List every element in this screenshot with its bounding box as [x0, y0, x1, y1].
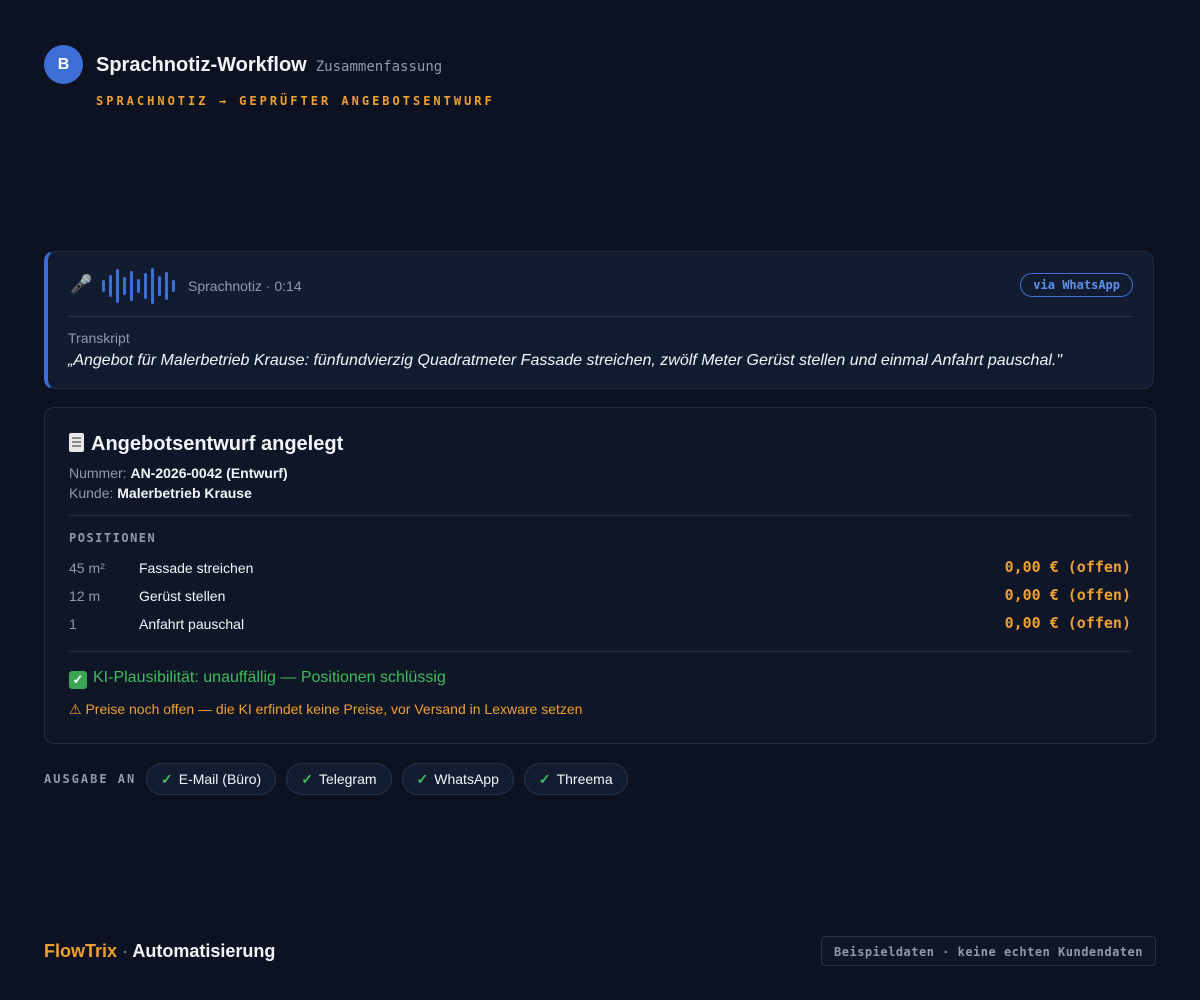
- channel-chip-whatsapp[interactable]: ✓ WhatsApp: [401, 763, 514, 795]
- brand-name: FlowTrix: [44, 941, 118, 961]
- page-subtitle: Zusammenfassung: [315, 59, 443, 75]
- position-price: 0,00 € (offen): [1004, 614, 1131, 632]
- plausibility-text: KI-Plausibilität: unauffällig — Position…: [93, 669, 446, 686]
- document-icon: [69, 433, 84, 452]
- workflow-tagline: SPRACHNOTIZ → GEPRÜFTER ANGEBOTSENTWURF: [96, 94, 495, 108]
- channel-chip-telegram[interactable]: ✓ Telegram: [286, 763, 392, 795]
- channel-chip-threema[interactable]: ✓ Threema: [523, 763, 628, 795]
- position-row: 1 Anfahrt pauschal 0,00 € (offen): [69, 614, 1131, 634]
- offer-number: Nummer: AN-2026-0042 (Entwurf): [69, 465, 288, 481]
- brand-separator: ·: [122, 941, 129, 961]
- voice-note-label: Sprachnotiz · 0:14: [188, 278, 302, 294]
- channel-chip-label: Telegram: [318, 771, 377, 787]
- offer-customer: Kunde: Malerbetrieb Krause: [69, 485, 252, 501]
- position-quantity: 1: [69, 616, 77, 632]
- offer-title: Angebotsentwurf angelegt: [69, 433, 343, 456]
- position-row: 45 m² Fassade streichen 0,00 € (offen): [69, 558, 1131, 578]
- waveform-icon: [102, 268, 175, 304]
- brand: FlowTrix · Automatisierung: [44, 941, 275, 962]
- sample-data-disclaimer: Beispieldaten · keine echten Kundendaten: [821, 936, 1156, 966]
- position-description: Gerüst stellen: [139, 588, 226, 604]
- position-quantity: 45 m²: [69, 560, 105, 576]
- output-label: AUSGABE AN: [44, 772, 137, 786]
- offer-number-label: Nummer:: [69, 465, 127, 481]
- position-description: Fassade streichen: [139, 560, 254, 576]
- avatar: B: [44, 45, 83, 84]
- position-quantity: 12 m: [69, 588, 101, 604]
- microphone-icon: 🎤: [70, 274, 93, 294]
- transcript-text: „Angebot für Malerbetrieb Krause: fünfun…: [68, 352, 1063, 369]
- channel-badge: via WhatsApp: [1020, 273, 1133, 297]
- offer-customer-label: Kunde:: [69, 485, 114, 501]
- channel-chip-email[interactable]: ✓ E-Mail (Büro): [146, 763, 277, 795]
- positions-heading: POSITIONEN: [69, 531, 157, 545]
- voice-note-card: 🎤 Sprachnotiz · 0:14 via WhatsApp Transk…: [44, 251, 1154, 389]
- title-row: Sprachnotiz-Workflow Zusammenfassung: [96, 54, 442, 77]
- offer-customer-value: Malerbetrieb Krause: [117, 485, 252, 501]
- offer-title-text: Angebotsentwurf angelegt: [91, 433, 344, 455]
- plausibility-status: ✓ KI-Plausibilität: unauffällig — Positio…: [69, 669, 446, 689]
- divider: [68, 316, 1133, 317]
- brand-suffix: Automatisierung: [132, 941, 276, 961]
- position-price: 0,00 € (offen): [1004, 558, 1131, 576]
- divider: [69, 651, 1131, 652]
- page-title: Sprachnotiz-Workflow: [96, 54, 307, 76]
- voice-note-header: 🎤 Sprachnotiz · 0:14 via WhatsApp: [68, 266, 1133, 306]
- check-icon: ✓: [538, 770, 551, 787]
- channel-chip-label: E-Mail (Büro): [178, 771, 262, 787]
- output-channels: ✓ E-Mail (Büro) ✓ Telegram ✓ WhatsApp ✓ Thre…: [146, 763, 628, 795]
- offer-draft-card: Angebotsentwurf angelegt Nummer: AN-2026…: [44, 407, 1156, 744]
- channel-chip-label: WhatsApp: [434, 771, 499, 787]
- check-icon: ✓: [69, 671, 87, 689]
- check-icon: ✓: [301, 770, 313, 787]
- position-price: 0,00 € (offen): [1004, 586, 1131, 604]
- offer-number-value: AN-2026-0042 (Entwurf): [130, 465, 288, 481]
- position-description: Anfahrt pauschal: [139, 616, 245, 632]
- channel-chip-label: Threema: [556, 771, 613, 787]
- transcript-label: Transkript: [68, 330, 130, 346]
- divider: [69, 515, 1131, 516]
- check-icon: ✓: [416, 770, 429, 787]
- check-icon: ✓: [161, 770, 173, 787]
- price-warning: ⚠ Preise noch offen — die KI erfindet ke…: [69, 701, 583, 717]
- position-row: 12 m Gerüst stellen 0,00 € (offen): [69, 586, 1131, 606]
